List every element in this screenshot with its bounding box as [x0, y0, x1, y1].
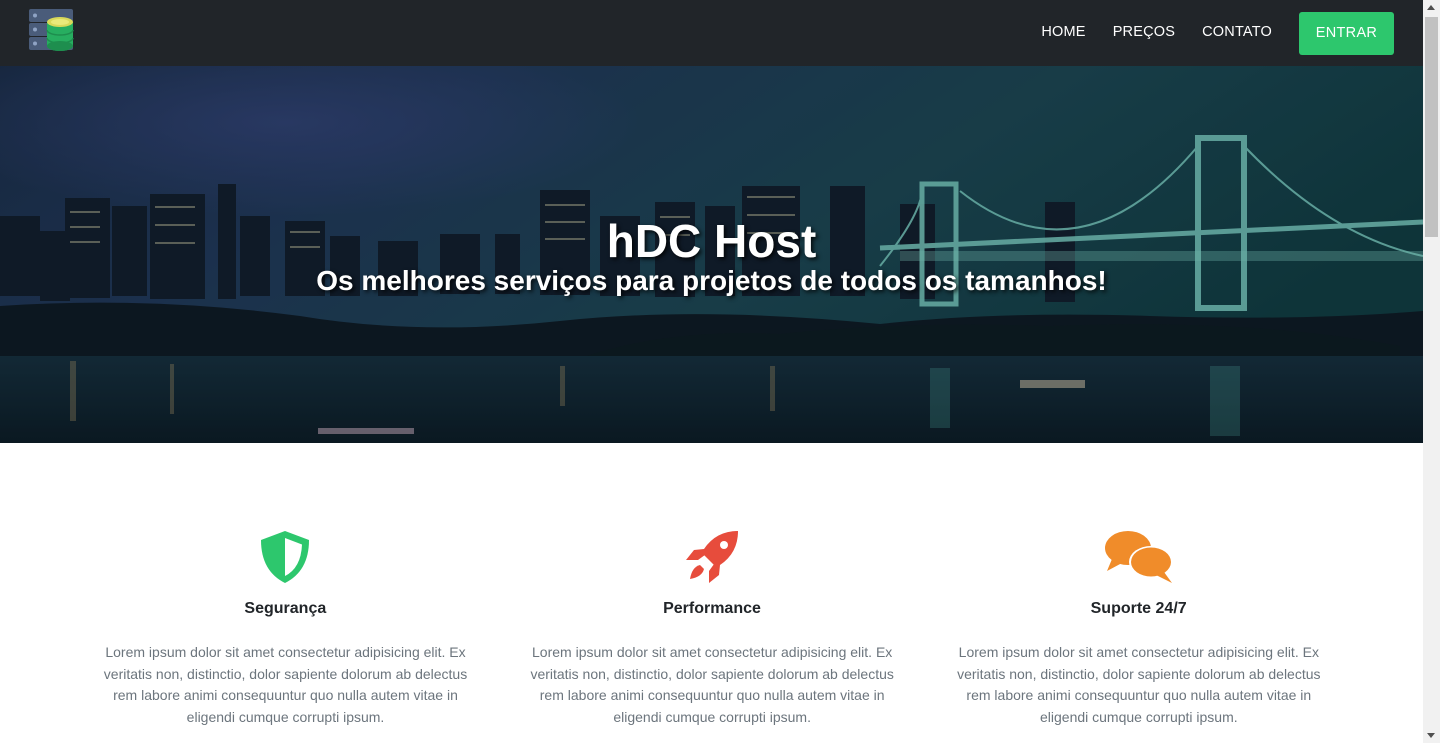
scroll-up-arrow-icon[interactable] — [1427, 5, 1435, 10]
page: HOME PREÇOS CONTATO ENTRAR hDC Host Os m… — [0, 0, 1423, 743]
feature-text: Lorem ipsum dolor sit amet consectetur a… — [957, 644, 1321, 726]
main-nav: HOME PREÇOS CONTATO ENTRAR — [1041, 0, 1423, 66]
vertical-scrollbar[interactable] — [1423, 0, 1440, 743]
feature-title: Suporte 24/7 — [1090, 600, 1187, 617]
feature-title: Segurança — [244, 600, 327, 617]
feature-text: Lorem ipsum dolor sit amet consectetur a… — [530, 644, 894, 726]
navbar: HOME PREÇOS CONTATO ENTRAR — [0, 0, 1423, 66]
scroll-down-arrow-icon[interactable] — [1427, 733, 1435, 738]
rocket-icon — [684, 529, 740, 590]
feature-text: Lorem ipsum dolor sit amet consectetur a… — [103, 644, 468, 726]
hero-banner: hDC Host Os melhores serviços para proje… — [0, 66, 1423, 443]
server-database-icon — [29, 9, 74, 51]
feature-card-performance: Performance Lorem ipsum dolor sit amet c… — [499, 443, 926, 743]
comments-icon — [1104, 529, 1174, 590]
hero-subtitle: Os melhores serviços para projetos de to… — [316, 265, 1107, 296]
nav-link-home[interactable]: HOME — [1041, 24, 1085, 42]
nav-link-precos[interactable]: PREÇOS — [1113, 24, 1175, 42]
feature-card-support: Suporte 24/7 Lorem ipsum dolor sit amet … — [925, 443, 1352, 743]
login-button[interactable]: ENTRAR — [1299, 11, 1394, 55]
scrollbar-thumb[interactable] — [1425, 17, 1438, 237]
hero-title: hDC Host — [606, 215, 817, 267]
shield-icon — [258, 529, 312, 590]
features-section: Segurança Lorem ipsum dolor sit amet con… — [72, 443, 1352, 743]
feature-title: Performance — [663, 600, 761, 617]
logo-link[interactable] — [28, 8, 76, 54]
feature-card-security: Segurança Lorem ipsum dolor sit amet con… — [72, 443, 499, 743]
nav-link-contato[interactable]: CONTATO — [1202, 24, 1272, 42]
